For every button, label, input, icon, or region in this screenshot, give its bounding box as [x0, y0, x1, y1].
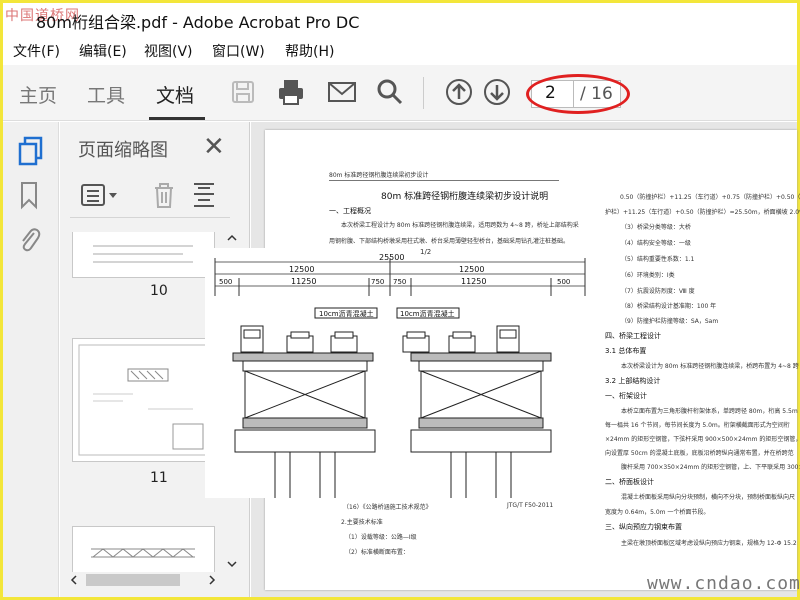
- panel-toolbar: [70, 174, 230, 218]
- page-down-icon[interactable]: [481, 76, 513, 108]
- menu-window[interactable]: 窗口(W): [212, 41, 265, 61]
- save-icon[interactable]: [227, 76, 259, 108]
- left-icon-rail: [3, 122, 59, 597]
- doc-left-line: （16）《公路桥涵施工技术规范》: [343, 504, 432, 511]
- thumbnail-page-11[interactable]: [72, 338, 215, 462]
- doc-right-line: （9）防撞护栏防撞等级：SA，Sam: [621, 318, 719, 325]
- panel-title: 页面缩略图: [78, 140, 168, 161]
- doc-right-line: 3.1 总体布置: [605, 347, 647, 355]
- doc-running-header: 80m 标准跨径钢桁腹连续梁初步设计: [329, 172, 429, 179]
- menu-file[interactable]: 文件(F): [13, 41, 60, 61]
- thumbnail-page-10[interactable]: [72, 232, 215, 278]
- search-icon[interactable]: [374, 76, 406, 108]
- doc-left-line: JTG/T F50-2011: [507, 502, 554, 509]
- thumbnails-horizontal-scrollbar[interactable]: [68, 572, 228, 588]
- tab-document[interactable]: 文档: [156, 81, 194, 108]
- menu-edit[interactable]: 编辑(E): [79, 41, 127, 61]
- doc-right-line: （4）结构安全等级：一级: [621, 240, 691, 247]
- dim-half-width-left: 12500: [289, 265, 314, 274]
- attachment-icon[interactable]: [17, 224, 45, 254]
- thumbnail-page-12[interactable]: [72, 526, 215, 572]
- doc-right-line: 混凝土桥面板采用纵向分块预制，横向不分块，预制桥面板纵向尺: [621, 494, 796, 501]
- doc-right-line: （8）桥梁结构设计基准期：100 年: [621, 303, 717, 310]
- print-icon[interactable]: [275, 76, 307, 108]
- doc-right-line: 3.2 上部结构设计: [605, 377, 661, 385]
- menu-bar: 文件(F) 编辑(E) 视图(V) 窗口(W) 帮助(H): [3, 37, 797, 63]
- doc-left-line: （1）设载等级：公路—Ⅰ级: [345, 534, 417, 541]
- doc-right-line: ×24mm 的矩形空钢管，下弦杆采用 900×500×24mm 的矩形空钢管，下: [605, 436, 800, 443]
- thumbnail-label-11: 11: [150, 470, 168, 486]
- doc-right-line: 三、纵向预应力钢束布置: [605, 523, 682, 531]
- dim-label: 750: [393, 278, 406, 286]
- toolbar-separator: [423, 77, 424, 109]
- doc-title: 80m 标准跨径钢桁腹连续梁初步设计说明: [381, 192, 549, 202]
- main-toolbar: 主页 工具 文档 2 / 16: [3, 65, 797, 121]
- doc-right-line: 每一榀共 16 个节间，每节间长度为 5.0m。桁架横截面形式为空间桁: [605, 422, 790, 429]
- vehicles: [240, 325, 520, 353]
- drawing-top-label: 1/2: [420, 248, 431, 256]
- doc-left-line: 用钢桁腹、下部结构桥墩采用柱式墩、桥台采用薄壁轻型桥台，基础采用钻孔灌注桩基础。: [329, 238, 570, 245]
- dim-label: 750: [371, 278, 384, 286]
- doc-right-line: 本桥立面布置为三角形腹杆桁架体系，单跨跨径 80m，桁高 5.5m: [621, 408, 798, 415]
- thumbnail-options-icon[interactable]: [80, 182, 120, 208]
- dim-label: 11250: [461, 277, 486, 286]
- doc-right-line: 0.50（防撞护栏）+11.25（车行道）+0.75（防撞护栏）+0.50（: [620, 194, 800, 201]
- tab-tools[interactable]: 工具: [87, 81, 125, 108]
- doc-right-line: 本次桥梁设计为 80m 标准跨径钢桁腹连续梁，桥跨布置为 4~8 跨: [621, 363, 799, 370]
- doc-right-line: （6）环境类别：Ⅰ类: [621, 272, 675, 279]
- page-up-icon[interactable]: [443, 76, 475, 108]
- doc-right-line: 向设置厚 50cm 的混凝土底板，底板沿桥跨纵向通常布置，并在桥跨范: [605, 450, 794, 457]
- doc-left-line: 本次桥梁工程设计为 80m 标准跨径钢桁腹连续梁，适用跨数为 4~8 跨，桥址上…: [341, 222, 579, 229]
- active-tab-indicator: [149, 117, 205, 120]
- site-watermark: www.cndao.com: [647, 573, 800, 594]
- delete-page-icon[interactable]: [150, 180, 178, 210]
- mail-icon[interactable]: [326, 76, 358, 108]
- doc-right-line: （3）桥梁分类等级：大桥: [621, 224, 691, 231]
- page-thumbnails-icon[interactable]: [17, 136, 45, 166]
- dim-half-width-right: 12500: [459, 265, 484, 274]
- header-rule: [329, 180, 559, 181]
- tab-home[interactable]: 主页: [19, 81, 57, 108]
- doc-left-line: （2）标准横断面布置：: [345, 549, 409, 556]
- menu-help[interactable]: 帮助(H): [285, 41, 334, 61]
- doc-right-line: 二、桥面板设计: [605, 478, 654, 486]
- red-highlight-oval: [526, 74, 630, 114]
- doc-right-line: （7）抗震设防烈度：Ⅷ 度: [621, 288, 695, 295]
- dim-label: 11250: [291, 277, 316, 286]
- dim-label: 500: [557, 278, 570, 286]
- cross-section-drawing: 1/2 25500 12500 12500 500 11250 750 750 …: [205, 248, 590, 498]
- thumbnail-label-10: 10: [150, 283, 168, 299]
- extract-page-icon[interactable]: [190, 180, 218, 210]
- doc-right-line: 宽度为 0.64m，5.0m 一个桥面节段。: [605, 509, 710, 516]
- close-icon[interactable]: ✕: [203, 134, 225, 160]
- bookmark-icon[interactable]: [17, 180, 45, 210]
- doc-right-line: 一、桁架设计: [605, 392, 647, 400]
- doc-left-line: 一、工程概况: [329, 207, 371, 215]
- doc-right-line: 四、桥梁工程设计: [605, 332, 661, 340]
- dim-total-width: 25500: [379, 253, 404, 262]
- doc-right-line: 护栏）+11.25（车行道）+0.50（防撞护栏）=25.50m，桥面横坡 2.…: [605, 209, 800, 216]
- title-bar: 中国道桥网 80m桁组合梁.pdf - Adobe Acrobat Pro DC: [3, 3, 797, 36]
- window-title: 80m桁组合梁.pdf - Adobe Acrobat Pro DC: [36, 13, 360, 32]
- road-label-right: 10cm沥青混凝土: [400, 309, 455, 318]
- doc-right-line: 腹杆采用 700×350×24mm 的矩形空钢管，上、下平联采用 300×: [621, 464, 800, 471]
- dim-label: 500: [219, 278, 232, 286]
- doc-left-line: 2.主要技术标准: [341, 519, 383, 526]
- doc-right-line: 主梁在墩顶桥面板区域考虑设纵向预应力钢束，规格为 12-Φ 15.2: [621, 540, 797, 547]
- road-label-left: 10cm沥青混凝土: [319, 309, 374, 318]
- menu-view[interactable]: 视图(V): [144, 41, 193, 61]
- doc-right-line: （5）结构重要性系数：1.1: [621, 256, 695, 263]
